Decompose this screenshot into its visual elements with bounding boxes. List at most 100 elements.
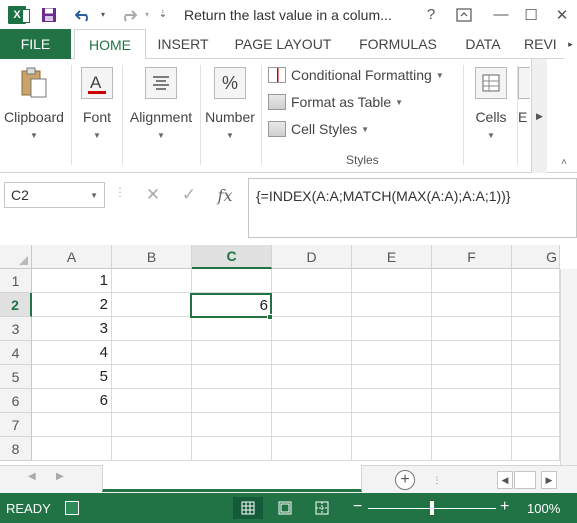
cell-c6[interactable] <box>192 389 272 413</box>
column-header-d[interactable]: D <box>272 245 352 269</box>
cell-e5[interactable] <box>352 365 432 389</box>
cell-d3[interactable] <box>272 317 352 341</box>
horizontal-scroll-grip-icon[interactable]: ⋮ <box>430 471 444 489</box>
cell-b5[interactable] <box>112 365 192 389</box>
name-box-dropdown-icon[interactable]: ▼ <box>90 191 98 200</box>
ribbon-display-options-icon[interactable] <box>450 0 478 29</box>
cell-g4[interactable] <box>512 341 560 365</box>
cell-c1[interactable] <box>192 269 272 293</box>
row-header-4[interactable]: 4 <box>0 341 32 365</box>
cell-b3[interactable] <box>112 317 192 341</box>
formula-input[interactable]: {=INDEX(A:A;MATCH(MAX(A:A);A:A;1))} <box>248 178 577 238</box>
cell-f8[interactable] <box>432 437 512 461</box>
tabs-scroll-right-icon[interactable]: ▸ <box>564 29 577 59</box>
cell-a3[interactable]: 3 <box>32 317 112 341</box>
font-group[interactable]: A Font ▼ <box>74 63 120 155</box>
cell-f3[interactable] <box>432 317 512 341</box>
worksheet-grid[interactable]: A B C D E F G 1 2 3 4 5 6 7 8 123456 6 <box>0 245 577 465</box>
cell-f5[interactable] <box>432 365 512 389</box>
cell-a7[interactable] <box>32 413 112 437</box>
cell-g7[interactable] <box>512 413 560 437</box>
cell-e3[interactable] <box>352 317 432 341</box>
vertical-scrollbar[interactable] <box>560 269 577 465</box>
tab-home[interactable]: HOME <box>74 29 146 60</box>
clipboard-group[interactable]: Clipboard ▼ <box>0 63 68 155</box>
cell-g8[interactable] <box>512 437 560 461</box>
name-box[interactable]: C2 ▼ <box>4 182 105 208</box>
row-header-2[interactable]: 2 <box>0 293 32 317</box>
cell-c4[interactable] <box>192 341 272 365</box>
row-header-6[interactable]: 6 <box>0 389 32 413</box>
minimize-button[interactable]: — <box>487 0 515 29</box>
undo-icon[interactable] <box>72 0 96 29</box>
maximize-button[interactable]: ☐ <box>517 0 545 29</box>
cell-c3[interactable] <box>192 317 272 341</box>
column-header-b[interactable]: B <box>112 245 192 269</box>
zoom-slider-thumb[interactable] <box>430 501 434 515</box>
cell-a1[interactable]: 1 <box>32 269 112 293</box>
cell-b4[interactable] <box>112 341 192 365</box>
cell-d5[interactable] <box>272 365 352 389</box>
formula-bar-grip-icon[interactable]: ⋮ <box>114 185 126 207</box>
insert-function-icon[interactable]: fx <box>210 182 240 208</box>
cell-b7[interactable] <box>112 413 192 437</box>
cell-d4[interactable] <box>272 341 352 365</box>
cell-a8[interactable] <box>32 437 112 461</box>
customize-qat-icon[interactable]: ⇣ <box>154 0 172 29</box>
cancel-formula-icon[interactable]: ✕ <box>138 182 168 208</box>
ribbon-scroll-right-icon[interactable]: ▶ <box>531 59 547 173</box>
conditional-formatting-button[interactable]: Conditional Formatting ▼ <box>268 64 444 86</box>
tab-formulas[interactable]: FORMULAS <box>350 29 446 59</box>
tab-data[interactable]: DATA <box>452 29 514 59</box>
cell-g2[interactable] <box>512 293 560 317</box>
redo-dropdown-icon[interactable]: ▾ <box>140 0 154 29</box>
tab-review[interactable]: REVI <box>524 29 564 59</box>
row-header-8[interactable]: 8 <box>0 437 32 461</box>
cell-b8[interactable] <box>112 437 192 461</box>
zoom-level[interactable]: 100% <box>527 501 560 516</box>
cell-e8[interactable] <box>352 437 432 461</box>
close-button[interactable]: ✕ <box>548 0 576 29</box>
tab-file[interactable]: FILE <box>0 29 71 59</box>
cell-a4[interactable]: 4 <box>32 341 112 365</box>
cell-d6[interactable] <box>272 389 352 413</box>
sheet-tab-active[interactable] <box>102 465 362 492</box>
cell-f4[interactable] <box>432 341 512 365</box>
column-header-g[interactable]: G <box>512 245 560 269</box>
zoom-in-button[interactable]: + <box>500 498 509 516</box>
cell-styles-button[interactable]: Cell Styles ▼ <box>268 118 369 140</box>
cell-b2[interactable] <box>112 293 192 317</box>
cell-a2[interactable]: 2 <box>32 293 112 317</box>
cell-e2[interactable] <box>352 293 432 317</box>
cell-g6[interactable] <box>512 389 560 413</box>
cell-b1[interactable] <box>112 269 192 293</box>
scroll-right-icon[interactable]: ▶ <box>541 471 557 489</box>
cell-g3[interactable] <box>512 317 560 341</box>
cell-f1[interactable] <box>432 269 512 293</box>
cell-f6[interactable] <box>432 389 512 413</box>
row-header-3[interactable]: 3 <box>0 317 32 341</box>
row-header-1[interactable]: 1 <box>0 269 32 293</box>
normal-view-icon[interactable] <box>233 497 263 519</box>
cell-c7[interactable] <box>192 413 272 437</box>
cell-b6[interactable] <box>112 389 192 413</box>
cell-g1[interactable] <box>512 269 560 293</box>
horizontal-scroll-thumb[interactable] <box>514 471 536 489</box>
column-header-e[interactable]: E <box>352 245 432 269</box>
tab-page-layout[interactable]: PAGE LAYOUT <box>222 29 344 59</box>
sheet-scroll-right-icon[interactable]: ▶ <box>56 471 64 482</box>
collapse-ribbon-icon[interactable]: ˄ <box>561 157 567 168</box>
excel-app-icon[interactable]: X <box>4 0 30 29</box>
cell-g5[interactable] <box>512 365 560 389</box>
cell-e6[interactable] <box>352 389 432 413</box>
new-sheet-icon[interactable]: + <box>395 470 415 490</box>
alignment-group[interactable]: Alignment ▼ <box>124 63 198 155</box>
help-button[interactable]: ? <box>417 0 445 29</box>
column-header-c[interactable]: C <box>192 245 272 269</box>
page-break-preview-icon[interactable] <box>307 497 337 519</box>
fill-handle[interactable] <box>267 314 273 320</box>
confirm-formula-icon[interactable]: ✓ <box>174 182 204 208</box>
cell-d1[interactable] <box>272 269 352 293</box>
macro-recording-icon[interactable] <box>65 501 79 515</box>
row-header-7[interactable]: 7 <box>0 413 32 437</box>
